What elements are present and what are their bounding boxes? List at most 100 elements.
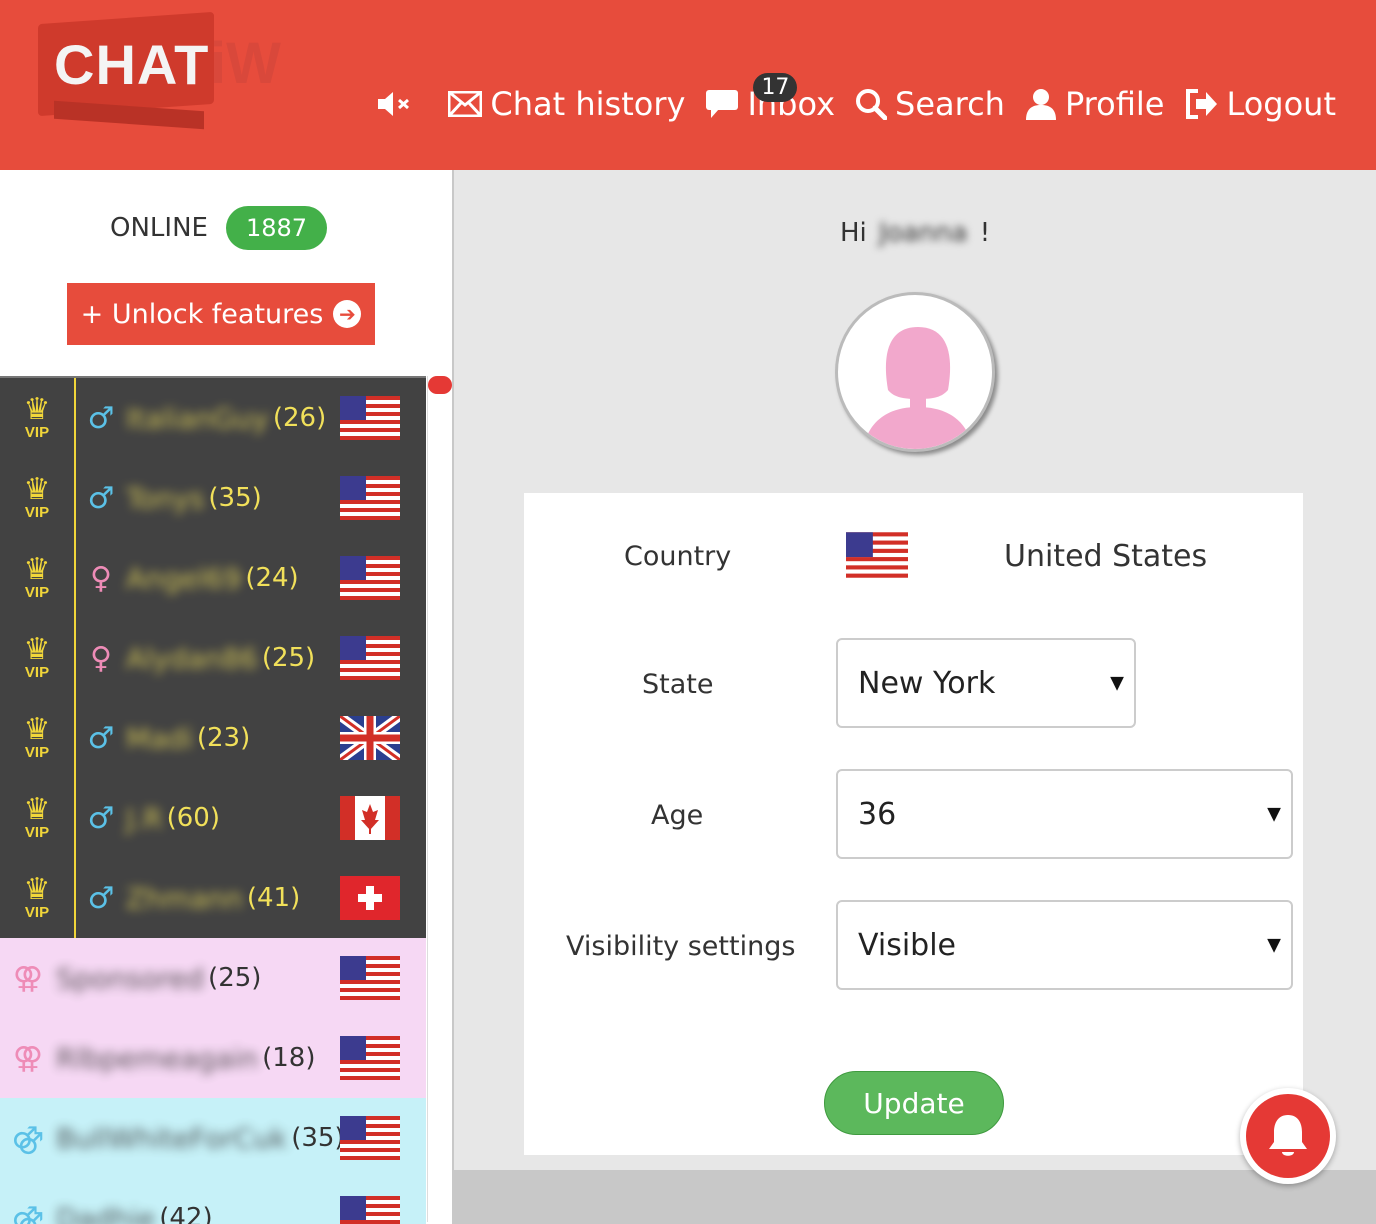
vip-label: VIP: [24, 823, 50, 841]
user-age: (24): [245, 563, 299, 593]
uk-flag-icon: [340, 716, 400, 760]
state-select[interactable]: New York ▼: [836, 638, 1136, 728]
greeting: Hi Joanna !: [840, 218, 990, 248]
us-flag-icon: [340, 476, 400, 520]
notification-bell-button[interactable]: [1240, 1088, 1336, 1184]
mute-sound-button[interactable]: [378, 91, 412, 117]
vip-badge: ♛ VIP: [0, 698, 76, 778]
username: Dadhie: [56, 1201, 156, 1224]
age-select[interactable]: 36 ▼: [836, 769, 1293, 859]
visibility-label: Visibility settings: [566, 931, 796, 962]
user-list-scrollbar[interactable]: [427, 376, 452, 1222]
age-selected-value: 36: [858, 796, 897, 832]
dropdown-arrow-icon: ▼: [1110, 672, 1124, 694]
canada-flag-icon: [340, 796, 400, 840]
user-list-item[interactable]: ♛ VIP ♀ Angel69 (24): [0, 538, 426, 618]
bell-circle: [1246, 1094, 1330, 1178]
profile-avatar[interactable]: [835, 292, 995, 452]
user-list-item[interactable]: ⚢ Rlbpemeagain (18): [0, 1018, 426, 1098]
female-icon: ♀: [90, 560, 112, 596]
username: Alydan86: [126, 641, 258, 675]
envelope-icon: [448, 91, 483, 117]
visibility-selected-value: Visible: [858, 927, 956, 963]
nav-inbox[interactable]: Inbox 17: [705, 73, 835, 123]
user-list-item[interactable]: ♛ VIP ♂ Zhmann (41): [0, 858, 426, 938]
top-header: CHAT iW Chat history Inbox 17 Search Pro…: [0, 0, 1376, 170]
male-icon: ♂: [87, 720, 115, 756]
update-button[interactable]: Update: [824, 1071, 1004, 1135]
user-icon: [1025, 89, 1056, 120]
vip-label: VIP: [24, 903, 50, 921]
chatiw-logo[interactable]: CHAT iW: [34, 10, 304, 130]
nav-chat-history[interactable]: Chat history: [448, 85, 685, 123]
male-icon: ⚣: [11, 1200, 45, 1224]
logo-text-accent: iW: [210, 31, 281, 96]
inbox-unread-badge: 17: [753, 73, 798, 102]
user-age: (25): [261, 643, 316, 673]
vip-label: VIP: [24, 663, 50, 681]
vip-badge: ♛ VIP: [0, 778, 76, 858]
visibility-select[interactable]: Visible ▼: [836, 900, 1293, 990]
us-flag-icon: [340, 1196, 400, 1224]
username: J.R: [126, 801, 163, 835]
user-age: (25): [208, 963, 262, 993]
user-age: (18): [262, 1043, 316, 1073]
vip-badge: ♛ VIP: [0, 618, 76, 698]
us-flag-icon: [340, 956, 400, 1000]
profile-panel: Hi Joanna ! Country United States State …: [454, 170, 1376, 1170]
vip-label: VIP: [24, 423, 50, 441]
search-icon: [856, 89, 887, 120]
age-label: Age: [651, 800, 704, 831]
us-flag-icon: [846, 532, 908, 578]
scrollbar-thumb[interactable]: [428, 376, 452, 394]
user-list-item[interactable]: ♛ VIP ♂ Tonys (35): [0, 458, 426, 538]
us-flag-icon: [340, 396, 400, 440]
female-icon: ⚢: [12, 960, 44, 996]
dropdown-arrow-icon: ▼: [1267, 934, 1281, 956]
username: Rlbpemeagain: [56, 1041, 259, 1075]
chat-bubble-icon: [706, 90, 739, 118]
user-list-item[interactable]: ♛ VIP ♂ Madi (23): [0, 698, 426, 778]
swiss-flag-icon: [340, 876, 400, 920]
unlock-features-button[interactable]: + Unlock features ➔: [67, 283, 375, 345]
nav-search[interactable]: Search: [855, 85, 1005, 123]
username: Tonys: [126, 481, 205, 515]
female-icon: ⚢: [12, 1040, 44, 1076]
user-list-item[interactable]: ⚣ Dadhie (42): [0, 1178, 426, 1224]
sidebar: ONLINE 1887 + Unlock features ➔ ♛ VIP ♂ …: [0, 170, 452, 1224]
user-age: (41): [246, 883, 301, 913]
nav-chat-history-label: Chat history: [490, 85, 686, 123]
online-counter: ONLINE 1887: [110, 206, 328, 250]
female-icon: ♀: [90, 640, 112, 676]
greeting-username: Joanna: [879, 218, 968, 248]
user-age: (23): [196, 723, 251, 753]
user-list-item[interactable]: ♛ VIP ♂ J.R (60): [0, 778, 426, 858]
female-avatar-icon: [863, 327, 973, 449]
user-list-item[interactable]: ♛ VIP ♀ Alydan86 (25): [0, 618, 426, 698]
username: BullWhiteForCuk: [56, 1121, 288, 1155]
nav-logout[interactable]: Logout: [1184, 85, 1336, 123]
nav-profile[interactable]: Profile: [1025, 85, 1164, 123]
crown-icon: ♛: [23, 791, 51, 827]
online-count-badge: 1887: [225, 206, 328, 250]
user-age: (35): [291, 1123, 345, 1153]
logout-icon: [1186, 89, 1218, 119]
male-icon: ♂: [87, 480, 115, 516]
user-list-item[interactable]: ♛ VIP ♂ ItalianGuy (26): [0, 378, 426, 458]
online-user-list: ♛ VIP ♂ ItalianGuy (26) ♛ VIP ♂ Tonys (3…: [0, 376, 426, 1224]
user-list-item[interactable]: ⚢ Sponsored (25): [0, 938, 426, 1018]
username: ItalianGuy: [126, 401, 269, 435]
male-icon: ⚣: [11, 1120, 45, 1156]
us-flag-icon: [340, 1116, 400, 1160]
crown-icon: ♛: [23, 391, 51, 427]
male-icon: ♂: [87, 400, 115, 436]
male-icon: ♂: [87, 800, 115, 836]
crown-icon: ♛: [23, 471, 51, 507]
user-age: (60): [166, 803, 220, 833]
greeting-suffix: !: [979, 218, 991, 248]
bell-icon: [1269, 1115, 1307, 1156]
country-value: United States: [1004, 539, 1208, 574]
dropdown-arrow-icon: ▼: [1267, 803, 1281, 825]
male-icon: ♂: [87, 880, 115, 916]
user-list-item[interactable]: ⚣ BullWhiteForCuk (35): [0, 1098, 426, 1178]
